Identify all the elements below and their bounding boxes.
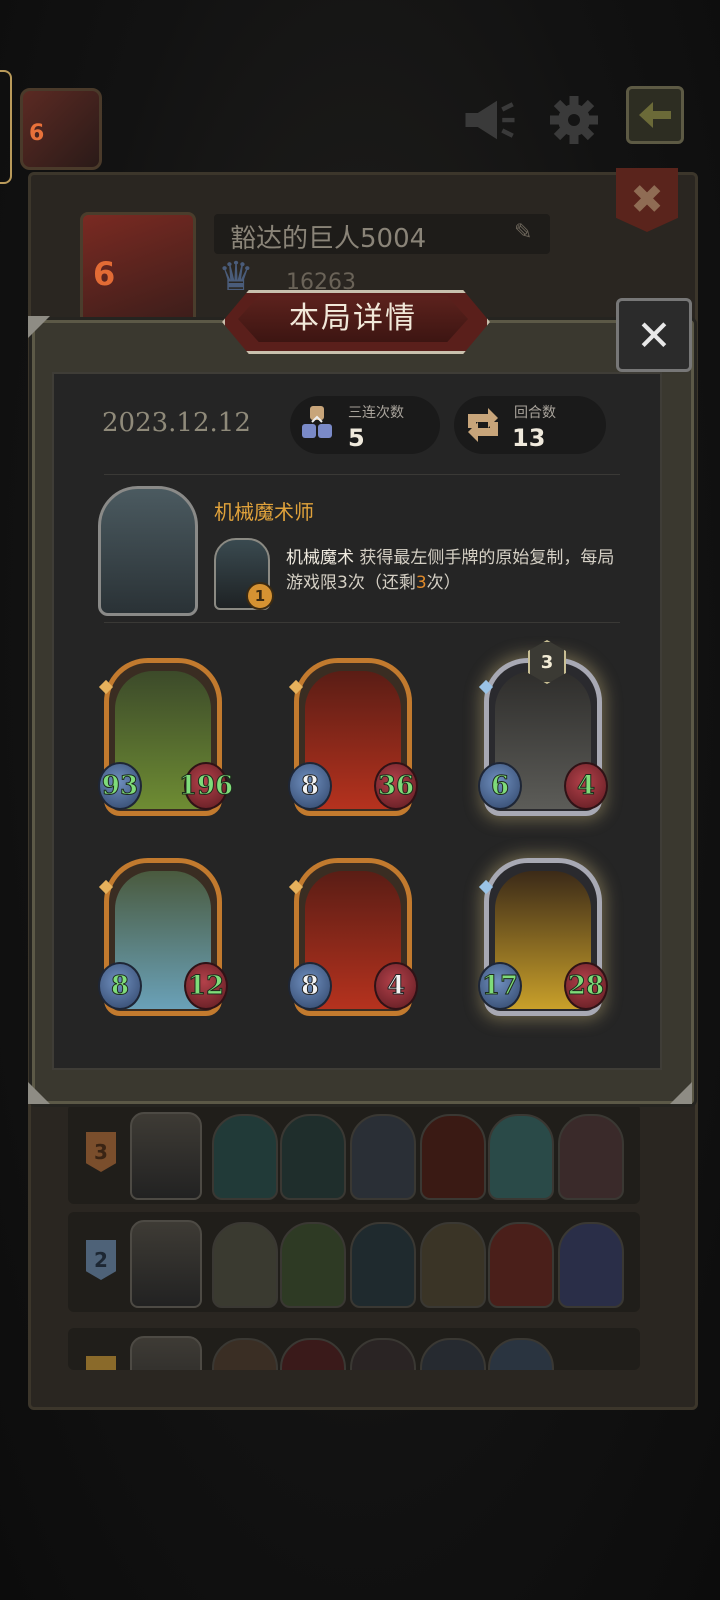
match-date: 2023.12.12 (102, 408, 251, 438)
card-health: 4 (564, 762, 608, 810)
history-card (488, 1114, 554, 1200)
side-tab[interactable] (0, 70, 12, 184)
history-card (280, 1114, 346, 1200)
hero-name: 机械魔术师 (214, 500, 314, 524)
history-card (280, 1338, 346, 1370)
profile-avatar[interactable]: 6 (80, 212, 196, 328)
profile-avatar-level: 6 (93, 255, 116, 293)
modal-title: 本局详情 (289, 301, 417, 336)
card-health: 36 (374, 762, 418, 810)
divider (104, 622, 620, 623)
rounds-icon (462, 404, 502, 446)
card-attack: 8 (288, 762, 332, 810)
rank-badge: 3 (86, 1132, 116, 1172)
triple-icon (298, 404, 338, 446)
skill-text-end: 次） (426, 573, 461, 593)
blue-dragon-card[interactable]: 8 12 (98, 858, 228, 1016)
card-health: 4 (374, 962, 418, 1010)
top-avatar-level: 6 (29, 121, 45, 146)
player-name: 豁达的巨人5004 (230, 224, 427, 254)
card-health: 12 (184, 962, 228, 1010)
card-attack: 6 (478, 762, 522, 810)
triple-count-value: 5 (348, 424, 365, 452)
megaphone-icon[interactable] (462, 92, 518, 148)
top-avatar[interactable]: 6 (20, 88, 102, 170)
history-row[interactable] (68, 1328, 640, 1370)
history-card (558, 1222, 624, 1308)
green-dragon-card[interactable]: 93 196 (98, 658, 234, 816)
divider (104, 474, 620, 475)
lightning-king-card[interactable]: 17 28 (478, 858, 608, 1016)
history-card (558, 1114, 624, 1200)
skill-name: 机械魔术 (286, 548, 354, 568)
history-card (488, 1222, 554, 1308)
red-demon-card-2[interactable]: 8 4 (288, 858, 418, 1016)
history-card (350, 1114, 416, 1200)
close-icon: ✕ (636, 310, 672, 360)
history-card (212, 1338, 278, 1370)
history-row[interactable]: 3 (68, 1104, 640, 1204)
armored-knight-card[interactable]: 3 6 4 (478, 640, 608, 816)
history-hero-portrait (130, 1220, 202, 1308)
modal-close-button[interactable]: ✕ (616, 298, 692, 372)
card-health: 28 (564, 962, 608, 1010)
hero-portrait[interactable] (98, 486, 198, 616)
edit-icon[interactable]: ✎ (514, 220, 532, 245)
card-attack: 17 (478, 962, 522, 1010)
history-card (420, 1114, 486, 1200)
gear-icon[interactable] (546, 92, 602, 148)
red-demon-card[interactable]: 8 36 (288, 658, 418, 816)
history-card (350, 1338, 416, 1370)
history-card (420, 1338, 486, 1370)
card-attack: 8 (288, 962, 332, 1010)
history-hero-portrait (130, 1336, 202, 1370)
rank-badge: 2 (86, 1240, 116, 1280)
skill-description: 机械魔术 获得最左侧手牌的原始复制，每局游戏限3次（还剩3次） (286, 546, 616, 596)
history-hero-portrait (130, 1112, 202, 1200)
history-card (488, 1338, 554, 1370)
rank-badge (86, 1356, 116, 1370)
card-attack: 93 (98, 762, 142, 810)
skill-remaining: 3 (415, 573, 427, 593)
skill-level-badge: 1 (246, 582, 274, 610)
card-health: 196 (178, 762, 234, 810)
rounds-label: 回合数 (514, 405, 556, 421)
history-card (350, 1222, 416, 1308)
back-arrow-icon[interactable] (626, 86, 684, 144)
history-card (212, 1114, 278, 1200)
rounds-value: 13 (512, 424, 546, 452)
history-card (280, 1222, 346, 1308)
history-card (420, 1222, 486, 1308)
triple-count-label: 三连次数 (348, 405, 404, 421)
card-attack: 8 (98, 962, 142, 1010)
history-card (212, 1222, 278, 1308)
history-row[interactable]: 2 (68, 1212, 640, 1312)
